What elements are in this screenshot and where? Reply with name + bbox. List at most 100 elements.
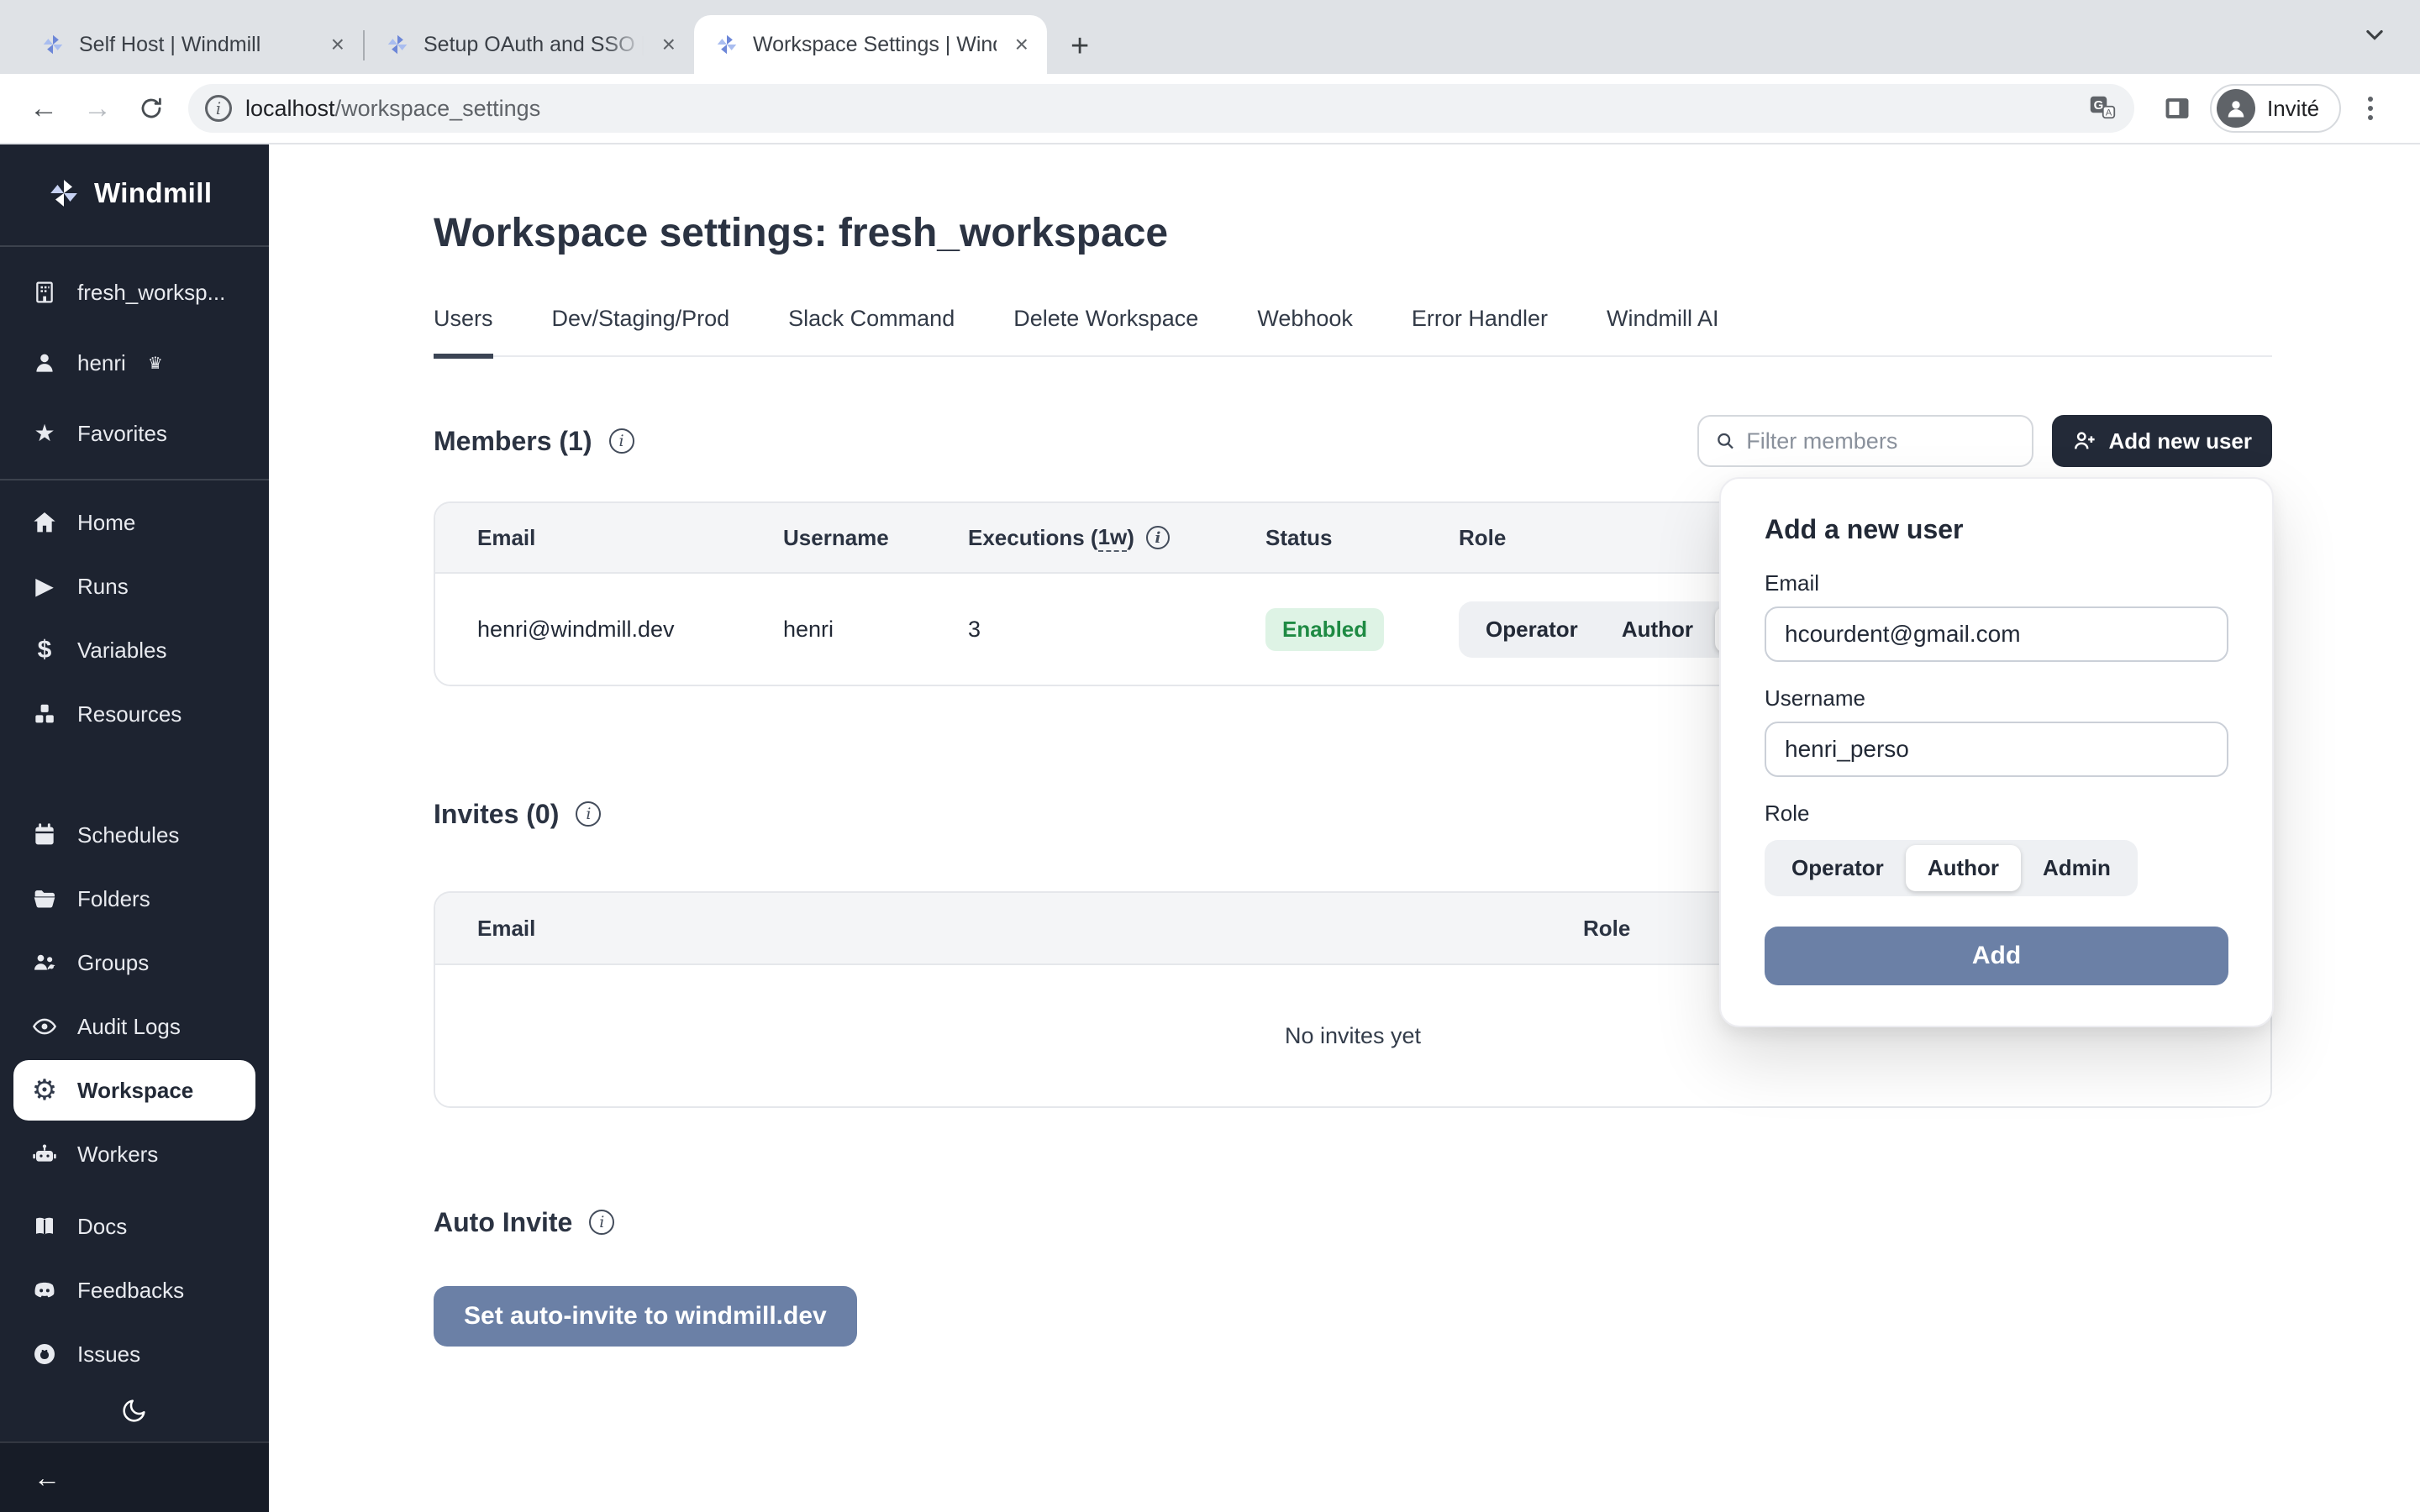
sidebar-item-audit-logs[interactable]: Audit Logs [13, 996, 255, 1057]
windmill-favicon-icon [714, 32, 739, 57]
dialog-title: Add a new user [1765, 514, 2228, 545]
sidebar-item-label: Home [77, 510, 135, 536]
tab-title: Self Host | Windmill [79, 33, 313, 57]
username-field[interactable] [1765, 722, 2228, 777]
tab-windmill-ai[interactable]: Windmill AI [1607, 306, 1719, 355]
tab-error-handler[interactable]: Error Handler [1412, 306, 1548, 355]
user-menu[interactable]: henri ♛ [13, 329, 255, 396]
dark-mode-toggle[interactable] [0, 1386, 269, 1441]
executions-1w-link[interactable]: 1w [1098, 524, 1128, 552]
role-author-button[interactable]: Author [1600, 606, 1715, 653]
role-operator-button[interactable]: Operator [1464, 606, 1600, 653]
role-operator-button[interactable]: Operator [1770, 845, 1906, 891]
tab-list-chevron-icon[interactable] [2363, 22, 2386, 53]
browser-window: Self Host | Windmill × Setup OAuth and S… [0, 0, 2420, 1512]
profile-name: Invité [2267, 96, 2319, 122]
member-username: henri [783, 617, 968, 643]
forward-button[interactable]: → [74, 85, 121, 132]
user-name: henri [77, 350, 126, 376]
menu-kebab-icon[interactable] [2354, 87, 2386, 130]
sidebar-item-label: Variables [77, 638, 166, 664]
svg-text:G: G [2094, 98, 2104, 113]
calendar-icon [30, 822, 59, 848]
sidebar-item-variables[interactable]: $ Variables [13, 620, 255, 680]
avatar [2217, 89, 2255, 128]
url-text: localhost/workspace_settings [245, 96, 2074, 122]
svg-text:A: A [2106, 108, 2112, 118]
eye-icon [30, 1013, 59, 1040]
role-admin-button[interactable]: Admin [2021, 845, 2133, 891]
filter-members-box [1697, 415, 2033, 467]
sidebar-item-label: Feedbacks [77, 1278, 184, 1304]
users-icon [30, 949, 59, 976]
add-new-user-button[interactable]: Add new user [2052, 415, 2272, 467]
email-field[interactable] [1765, 606, 2228, 662]
brand-name: Windmill [94, 177, 212, 209]
tab-users[interactable]: Users [434, 306, 493, 359]
member-executions: 3 [968, 617, 1265, 643]
add-user-dialog: Add a new user Email Username Role Opera… [1719, 477, 2274, 1027]
col-status: Status [1265, 525, 1459, 551]
info-icon[interactable]: i [576, 801, 601, 827]
info-icon[interactable]: i [1146, 526, 1170, 549]
sidebar-item-label: Resources [77, 701, 182, 727]
settings-tabbar: Users Dev/Staging/Prod Slack Command Del… [434, 306, 2272, 357]
tab-delete-workspace[interactable]: Delete Workspace [1013, 306, 1198, 355]
windmill-logo[interactable]: Windmill [0, 151, 269, 235]
star-icon: ★ [30, 422, 59, 445]
invites-heading: Invites (0) [434, 799, 559, 830]
browser-tab-workspace-settings[interactable]: Workspace Settings | Windmill × [694, 15, 1047, 74]
close-icon[interactable]: × [1010, 33, 1034, 56]
filter-members-input[interactable] [1746, 428, 2018, 454]
sidebar-item-folders[interactable]: Folders [13, 869, 255, 929]
back-button[interactable]: ← [20, 85, 67, 132]
tab-title: Workspace Settings | Windmill [753, 33, 997, 57]
translate-icon[interactable]: GA [2087, 93, 2118, 123]
sidebar-item-home[interactable]: Home [13, 492, 255, 553]
col-username: Username [783, 525, 968, 551]
new-tab-button[interactable]: + [1060, 30, 1099, 62]
sidebar-item-runs[interactable]: ▶ Runs [13, 556, 255, 617]
home-icon [30, 509, 59, 536]
tab-slack-command[interactable]: Slack Command [788, 306, 955, 355]
windmill-logo-icon [47, 176, 81, 210]
browser-tab-strip: Self Host | Windmill × Setup OAuth and S… [0, 0, 2420, 74]
sidebar-item-workers[interactable]: Workers [13, 1124, 255, 1184]
github-icon [30, 1341, 59, 1368]
role-author-button[interactable]: Author [1906, 845, 2021, 891]
browser-tab-oauth-sso[interactable]: Setup OAuth and SSO | Windmi × [365, 15, 694, 74]
sidebar-item-feedbacks[interactable]: Feedbacks [13, 1260, 255, 1320]
crown-icon: ♛ [148, 353, 163, 373]
dialog-add-button[interactable]: Add [1765, 927, 2228, 985]
email-label: Email [1765, 570, 2228, 596]
role-label: Role [1765, 801, 2228, 827]
site-info-icon[interactable]: i [205, 95, 232, 122]
tab-webhook[interactable]: Webhook [1257, 306, 1353, 355]
sidebar-item-docs[interactable]: Docs [13, 1196, 255, 1257]
members-heading: Members (1) [434, 426, 592, 457]
sidebar-item-schedules[interactable]: Schedules [13, 805, 255, 865]
sidebar-item-resources[interactable]: Resources [13, 684, 255, 744]
sidebar-item-favorites[interactable]: ★ Favorites [13, 400, 255, 467]
close-icon[interactable]: × [326, 33, 350, 56]
sidebar-item-issues[interactable]: Issues [13, 1324, 255, 1384]
auto-invite-heading: Auto Invite [434, 1207, 572, 1238]
sidebar-collapse-button[interactable]: ← [0, 1441, 269, 1512]
set-auto-invite-button[interactable]: Set auto-invite to windmill.dev [434, 1286, 857, 1347]
reload-button[interactable] [128, 85, 175, 132]
url-bar[interactable]: i localhost/workspace_settings GA [188, 84, 2134, 133]
browser-tab-self-host[interactable]: Self Host | Windmill × [20, 15, 363, 74]
info-icon[interactable]: i [589, 1210, 614, 1235]
sidebar-item-groups[interactable]: Groups [13, 932, 255, 993]
profile-chip[interactable]: Invité [2210, 84, 2341, 133]
close-icon[interactable]: × [657, 33, 681, 56]
side-panel-icon[interactable] [2161, 92, 2193, 124]
boxes-icon [30, 701, 59, 727]
user-icon [30, 349, 59, 376]
sidebar-item-workspace[interactable]: ⚙ Workspace [13, 1060, 255, 1121]
sidebar-item-label: Workers [77, 1142, 158, 1168]
workspace-switcher[interactable]: fresh_worksp... [13, 259, 255, 326]
workspace-switcher-label: fresh_worksp... [77, 280, 225, 306]
info-icon[interactable]: i [609, 428, 634, 454]
tab-dev-staging-prod[interactable]: Dev/Staging/Prod [552, 306, 730, 355]
